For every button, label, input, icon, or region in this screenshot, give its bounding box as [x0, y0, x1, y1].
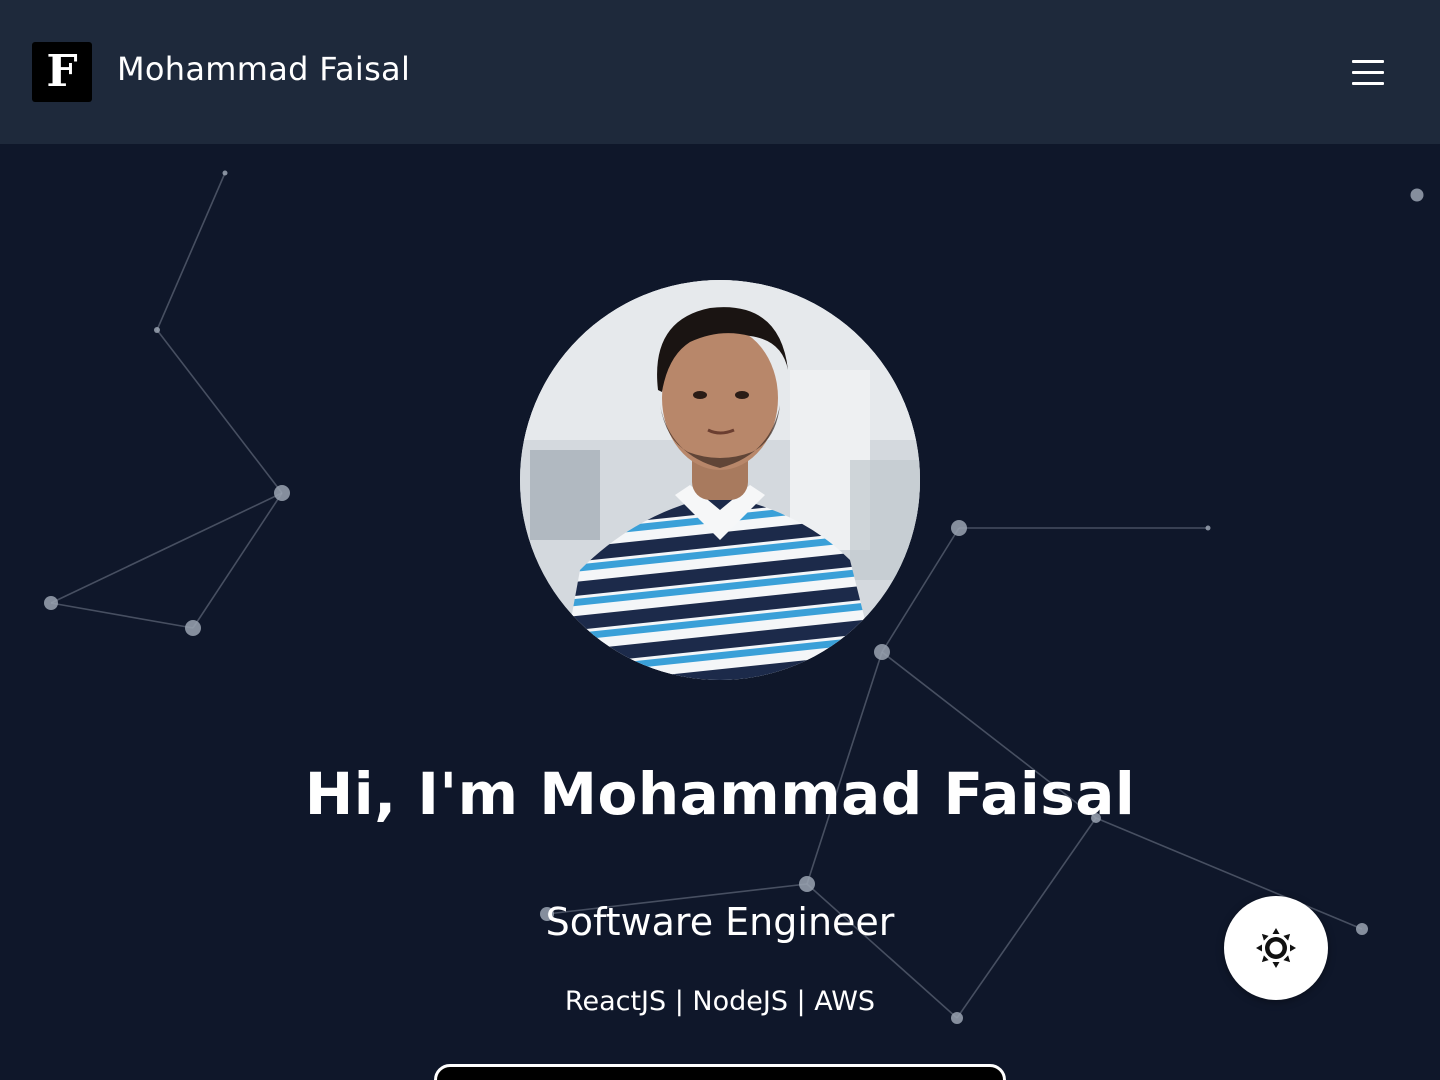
cta-button[interactable] [434, 1064, 1006, 1080]
hamburger-menu-button[interactable] [1346, 54, 1390, 90]
site-logo[interactable]: F [32, 42, 92, 102]
hero-title: Hi, I'm Mohammad Faisal [304, 760, 1136, 828]
navbar: F Mohammad Faisal [0, 0, 1440, 144]
tech-stack-tagline: ReactJS | NodeJS | AWS [564, 986, 876, 1017]
theme-toggle-button[interactable] [1224, 896, 1328, 1000]
hamburger-line [1352, 81, 1384, 85]
hamburger-line [1352, 70, 1384, 74]
sun-icon [1256, 928, 1296, 968]
profile-photo [520, 280, 920, 680]
brand-name[interactable]: Mohammad Faisal [117, 50, 410, 88]
profile-photo-illustration [520, 280, 920, 680]
hamburger-line [1352, 59, 1384, 63]
logo-letter: F [46, 46, 78, 97]
